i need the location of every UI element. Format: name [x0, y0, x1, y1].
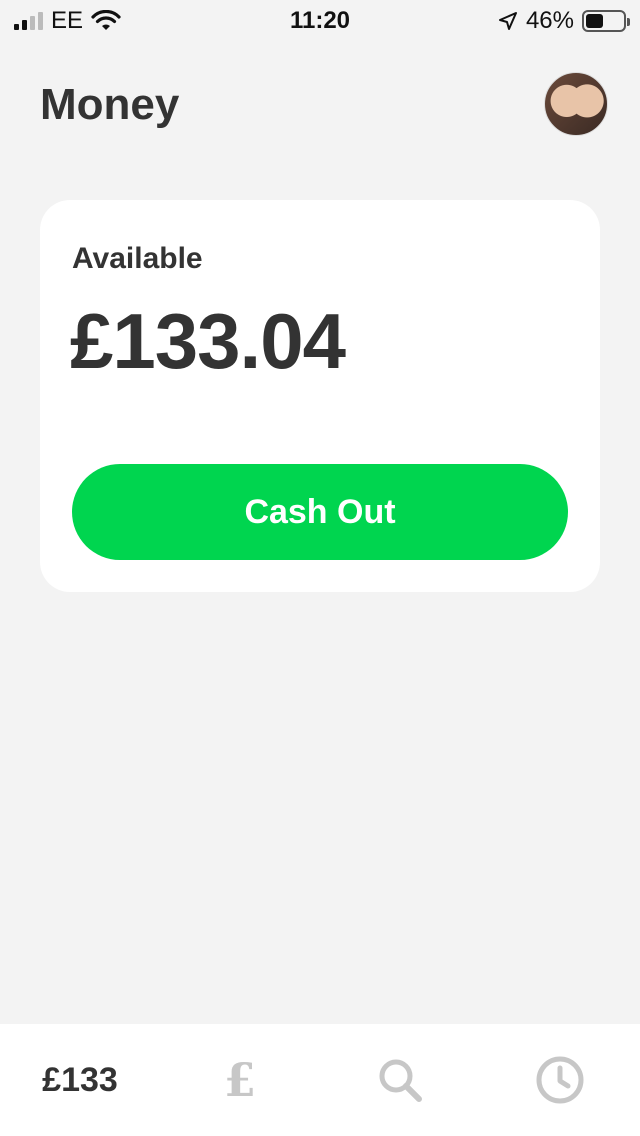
balance-card: Available £133.04 Cash Out — [40, 200, 600, 592]
pound-icon: £ — [223, 1053, 256, 1107]
search-icon — [379, 1059, 422, 1102]
wifi-icon — [91, 10, 121, 30]
battery-percent: 46% — [525, 7, 574, 34]
status-right: 46% — [498, 7, 630, 35]
cash-out-button[interactable]: Cash Out — [72, 464, 568, 560]
profile-avatar[interactable] — [544, 72, 608, 136]
money-screen: EE 11:20 46% Money Available £133.04 Cas… — [0, 0, 640, 1136]
tab-pay[interactable]: £ — [160, 1024, 320, 1136]
location-arrow-icon — [498, 12, 517, 30]
battery-fill — [586, 14, 603, 28]
available-label: Available — [72, 242, 203, 275]
page-title: Money — [40, 80, 180, 129]
battery-icon — [582, 10, 630, 32]
tab-balance-label: £133 — [42, 1060, 118, 1099]
balance-amount: £133.04 — [70, 297, 346, 385]
carrier-label: EE — [51, 7, 84, 34]
clock-icon — [536, 1056, 584, 1104]
bottom-tab-bar: £133 £ — [0, 1024, 640, 1136]
tab-balance[interactable]: £133 — [0, 1024, 160, 1136]
signal-icon — [14, 12, 43, 30]
status-bar: EE 11:20 46% — [0, 0, 640, 42]
tab-activity[interactable] — [480, 1024, 640, 1136]
tab-search[interactable] — [320, 1024, 480, 1136]
status-left: EE — [14, 7, 121, 35]
